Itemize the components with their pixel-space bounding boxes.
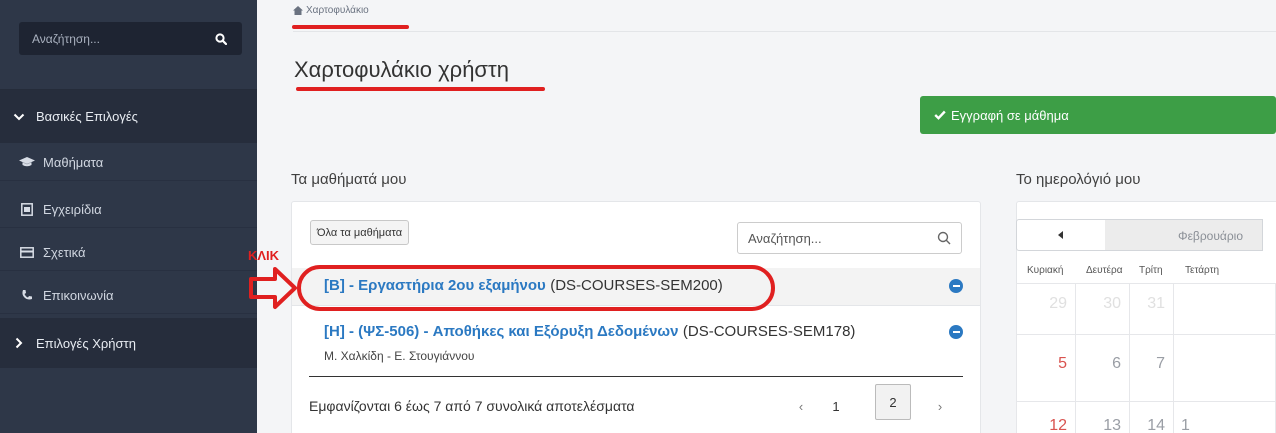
chevron-down-icon [12, 110, 26, 124]
calendar-cell[interactable]: 12 [1016, 401, 1076, 433]
title-underline-annotation [296, 87, 545, 91]
sidebar-item-label: Επικοινωνία [43, 287, 114, 303]
phone-icon [19, 288, 35, 302]
course-row: [H] - (ΨΣ-506) - Αποθήκες και Εξόρυξη Δε… [292, 306, 980, 372]
calendar-day: 7 [1156, 355, 1165, 372]
home-icon [293, 6, 303, 15]
my-courses-title: Τα μαθήματά μου [291, 171, 407, 188]
calendar-cell[interactable]: 31 [1129, 283, 1174, 335]
sidebar-section-user[interactable]: Επιλογές Χρήστη [0, 318, 257, 368]
calendar-cell[interactable]: 13 [1075, 401, 1130, 433]
calendar-prev-button[interactable] [1016, 219, 1106, 251]
caret-left-icon [1058, 231, 1063, 239]
sidebar-search [19, 22, 242, 55]
sidebar-item-courses[interactable]: Μαθήματα [0, 144, 257, 181]
unregister-icon[interactable] [949, 325, 963, 339]
pagination-prev[interactable]: ‹ [785, 388, 817, 424]
calendar-day: 31 [1147, 295, 1165, 312]
calendar-day: 12 [1049, 417, 1067, 433]
calendar-day: 1 [1181, 417, 1190, 433]
calendar-cell[interactable]: 1 [1173, 401, 1276, 433]
sidebar-item-label: Σχετικά [43, 244, 86, 260]
calendar-month-label: Φεβρουάριο [1178, 229, 1243, 243]
sidebar-section-label: Επιλογές Χρήστη [36, 335, 136, 351]
chevron-right-icon [12, 336, 26, 350]
weekday-label: Δευτέρα [1086, 265, 1123, 276]
course-link[interactable]: [H] - (ΨΣ-506) - Αποθήκες και Εξόρυξη Δε… [324, 323, 678, 340]
sidebar-search-button[interactable] [199, 22, 242, 55]
sidebar-section-basic[interactable]: Βασικές Επιλογές [0, 90, 257, 143]
weekday-label: Τρίτη [1139, 265, 1163, 276]
sidebar-search-input[interactable] [19, 22, 199, 55]
courses-search [737, 222, 962, 254]
weekday-label: Τετάρτη [1185, 265, 1220, 276]
courses-search-input[interactable] [738, 223, 923, 253]
check-icon [934, 110, 946, 120]
highlight-oval-annotation [297, 265, 775, 311]
calendar-cell[interactable] [1173, 283, 1276, 335]
sidebar: Βασικές Επιλογές Μαθήματα Εγχειρίδια Σχε… [0, 0, 257, 433]
calendar-cell[interactable]: 5 [1016, 334, 1076, 402]
pagination-page[interactable]: 1 [820, 388, 852, 424]
pagination-page-current[interactable]: 2 [875, 384, 911, 420]
all-courses-button[interactable]: Όλα τα μαθήματα [310, 220, 410, 245]
calendar-day: 13 [1103, 417, 1121, 433]
breadcrumb-underline-annotation [292, 25, 409, 29]
sidebar-item-label: Εγχειρίδια [43, 201, 102, 217]
course-code: (DS-COURSES-SEM178) [682, 323, 856, 340]
course-instructors: Μ. Χαλκίδη - Ε. Στουγιάννου [324, 349, 475, 363]
calendar-day: 6 [1112, 355, 1121, 372]
calendar-day: 29 [1049, 295, 1067, 312]
results-info: Εμφανίζονται 6 έως 7 από 7 συνολικά αποτ… [309, 398, 635, 414]
breadcrumb-label: Χαρτοφυλάκιο [306, 5, 369, 16]
search-icon [937, 231, 951, 245]
sidebar-item-manuals[interactable]: Εγχειρίδια [0, 191, 257, 228]
calendar-day: 14 [1147, 417, 1165, 433]
card-icon [19, 245, 35, 259]
sidebar-section-label: Βασικές Επιλογές [36, 109, 138, 124]
calendar-cell[interactable] [1173, 334, 1276, 402]
calendar-cell[interactable]: 14 [1129, 401, 1174, 433]
arrow-right-icon [249, 267, 297, 309]
main-content: Χαρτοφυλάκιο Χαρτοφυλάκιο χρήστη Εγγραφή… [257, 0, 1276, 433]
sidebar-item-contact[interactable]: Επικοινωνία [0, 277, 257, 314]
sidebar-item-about[interactable]: Σχετικά [0, 234, 257, 271]
manual-icon [19, 202, 35, 216]
calendar-cell[interactable]: 30 [1075, 283, 1130, 335]
pagination-next[interactable]: › [924, 388, 956, 424]
calendar: Φεβρουάριο Κυριακή Δευτέρα Τρίτη Τετάρτη… [996, 0, 1276, 433]
calendar-day: 30 [1103, 295, 1121, 312]
weekday-label: Κυριακή [1027, 265, 1064, 276]
click-label-annotation: ΚΛΙΚ [248, 248, 280, 263]
courses-panel: Όλα τα μαθήματα [B] - Εργαστήρια 2ου εξα… [291, 201, 981, 433]
sidebar-item-label: Μαθήματα [43, 154, 104, 170]
calendar-cell[interactable]: 7 [1129, 334, 1174, 402]
search-icon [214, 32, 227, 45]
page-title: Χαρτοφυλάκιο χρήστη [294, 57, 509, 82]
table-bottom-border [309, 376, 963, 377]
calendar-day: 5 [1058, 355, 1067, 372]
unregister-icon[interactable] [949, 279, 963, 293]
calendar-cell[interactable]: 29 [1016, 283, 1076, 335]
breadcrumb[interactable]: Χαρτοφυλάκιο [293, 5, 369, 16]
graduation-cap-icon [19, 155, 35, 169]
calendar-cell[interactable]: 6 [1075, 334, 1130, 402]
